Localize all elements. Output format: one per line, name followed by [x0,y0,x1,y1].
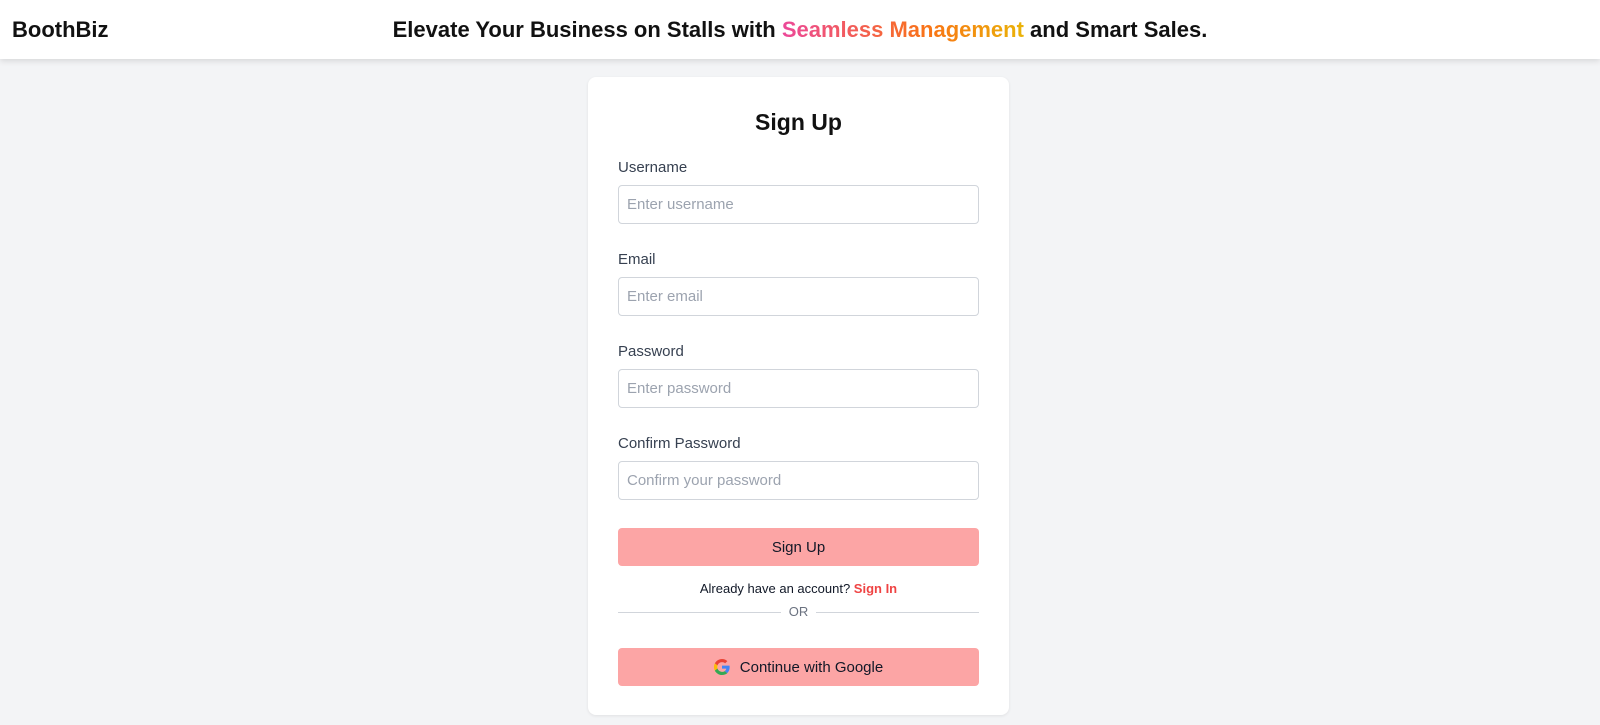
password-input[interactable] [618,369,979,408]
tagline-highlight: Seamless Management [781,17,1024,42]
tagline-text-start: Elevate Your Business on Stalls with [392,17,782,42]
divider-text: OR [788,604,809,619]
google-button-label: Continue with Google [739,658,884,676]
signup-submit-button[interactable]: Sign Up [618,528,979,566]
google-icon [713,659,730,675]
signup-card: Sign Up Username Email Password Confirm … [588,77,1009,715]
confirm-password-input[interactable] [618,461,979,500]
email-label: Email [618,251,656,268]
signin-link[interactable]: Sign In [854,581,897,596]
password-label: Password [618,343,684,360]
header-tagline: Elevate Your Business on Stalls with Sea… [0,17,1600,43]
or-divider: OR [618,604,979,620]
signin-prompt-row: Already have an account? Sign In [588,581,1009,597]
confirm-password-label: Confirm Password [618,435,741,452]
signup-title: Sign Up [755,109,842,135]
email-input[interactable] [618,277,979,316]
username-label: Username [618,159,688,176]
signin-prompt-text: Already have an account? [699,581,851,596]
tagline-text-end: and Smart Sales. [1023,17,1208,42]
username-input[interactable] [618,185,979,224]
google-signin-button[interactable]: Continue with Google [618,648,979,686]
divider-line-left [618,611,781,613]
divider-line-right [816,611,979,613]
top-nav-bar: BoothBiz Elevate Your Business on Stalls… [0,0,1600,59]
